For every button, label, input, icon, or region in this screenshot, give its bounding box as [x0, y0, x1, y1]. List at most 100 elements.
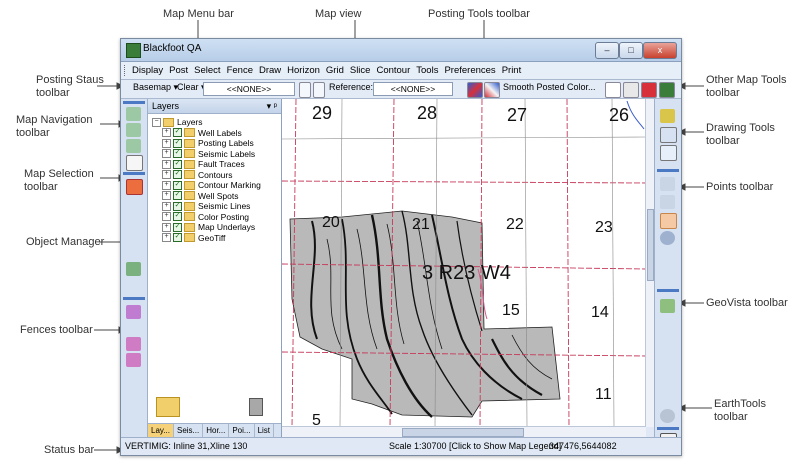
expand-icon[interactable]: +: [162, 222, 171, 232]
layer-item[interactable]: + ✓ Seismic Labels: [152, 149, 281, 160]
print-map-icon[interactable]: [659, 82, 675, 98]
posting-combo[interactable]: <<NONE>>: [203, 82, 295, 96]
trash-icon[interactable]: [249, 398, 263, 416]
point-box-icon[interactable]: [660, 213, 677, 229]
expand-icon[interactable]: +: [162, 180, 171, 190]
pan-icon[interactable]: [126, 139, 141, 153]
layer-item[interactable]: + ✓ Well Spots: [152, 191, 281, 202]
layer-root[interactable]: − Layers: [152, 117, 281, 128]
layer-item[interactable]: + ✓ Fault Traces: [152, 159, 281, 170]
layer-checkbox[interactable]: ✓: [173, 138, 182, 148]
layer-checkbox[interactable]: ✓: [173, 149, 182, 159]
zoom-in-icon[interactable]: [126, 107, 141, 121]
expand-icon[interactable]: +: [162, 233, 171, 243]
layer-checkbox[interactable]: ✓: [173, 201, 182, 211]
menu-fence[interactable]: Fence: [226, 64, 254, 77]
menu-slice[interactable]: Slice: [349, 64, 372, 77]
layer-item[interactable]: + ✓ Contour Marking: [152, 180, 281, 191]
map-canvas[interactable]: 29 28 27 26 20 21 22 23 15 14 11 5 3 R23…: [282, 99, 646, 427]
zoom-out-icon[interactable]: [126, 123, 141, 137]
scroll-thumb[interactable]: [647, 209, 654, 281]
select-well-icon[interactable]: [126, 262, 141, 276]
point-fill-icon[interactable]: [660, 231, 675, 245]
geovista-edit-icon[interactable]: [660, 355, 675, 369]
expand-icon[interactable]: +: [162, 170, 171, 180]
select-all-icon[interactable]: [126, 212, 141, 226]
layer-checkbox[interactable]: ✓: [173, 128, 182, 138]
layer-item[interactable]: + ✓ Seismic Lines: [152, 201, 281, 212]
select-region-icon[interactable]: [126, 279, 141, 293]
geovista-well-icon[interactable]: [660, 373, 675, 387]
fence-draw-icon[interactable]: [126, 305, 141, 319]
layer-checkbox[interactable]: ✓: [173, 212, 182, 222]
select-any-icon[interactable]: [126, 196, 141, 210]
map-view[interactable]: 29 28 27 26 20 21 22 23 15 14 11 5 3 R23…: [282, 99, 646, 427]
menu-display[interactable]: Display: [131, 64, 164, 77]
status-scale[interactable]: Scale 1:30700 [Click to Show Map Legend]: [389, 438, 561, 455]
expand-icon[interactable]: +: [162, 159, 171, 169]
fence-line-icon[interactable]: [126, 337, 141, 351]
layer-checkbox[interactable]: ✓: [173, 191, 182, 201]
menu-tools[interactable]: Tools: [415, 64, 439, 77]
tab-seismic[interactable]: Seis...: [174, 424, 204, 437]
geovista-pick-icon[interactable]: [660, 319, 675, 333]
expand-icon[interactable]: +: [162, 212, 171, 222]
tab-points[interactable]: Poi...: [229, 424, 255, 437]
posting-filter-icon[interactable]: [299, 82, 311, 98]
scroll-thumb[interactable]: [402, 428, 524, 437]
geovista-trace-icon[interactable]: [660, 337, 675, 351]
pin-icon[interactable]: ▾ ᵖ: [267, 99, 277, 113]
posting-colormap-icon[interactable]: [484, 82, 500, 98]
collapse-icon[interactable]: −: [152, 117, 161, 127]
fence-extend-icon[interactable]: [126, 387, 141, 401]
reference-combo[interactable]: <<NONE>>: [373, 82, 453, 96]
layer-checkbox[interactable]: ✓: [173, 159, 182, 169]
add-layer-icon[interactable]: [156, 397, 180, 417]
posting-sort-icon[interactable]: [313, 82, 325, 98]
expand-icon[interactable]: +: [162, 149, 171, 159]
toolbar-grip[interactable]: [124, 65, 128, 76]
menu-horizon[interactable]: Horizon: [286, 64, 321, 77]
geovista-grid-icon[interactable]: [660, 299, 675, 313]
menu-contour[interactable]: Contour: [375, 64, 411, 77]
maximize-button[interactable]: □: [619, 42, 643, 59]
basemap-dropdown[interactable]: Basemap ▾: [133, 82, 178, 93]
menu-post[interactable]: Post: [168, 64, 189, 77]
layer-item[interactable]: + ✓ Color Posting: [152, 212, 281, 223]
fence-edit-icon[interactable]: [126, 371, 141, 385]
menu-select[interactable]: Select: [193, 64, 221, 77]
zoom-box-icon[interactable]: [126, 155, 143, 171]
draw-curve-icon[interactable]: [660, 127, 677, 143]
menu-grid[interactable]: Grid: [325, 64, 345, 77]
close-button[interactable]: x: [643, 42, 677, 59]
tab-layers[interactable]: Lay...: [148, 424, 174, 437]
smooth-posted-color-button[interactable]: Smooth Posted Color...: [503, 82, 596, 92]
pencil-icon[interactable]: [660, 109, 675, 123]
minimize-button[interactable]: –: [595, 42, 619, 59]
expand-icon[interactable]: +: [162, 201, 171, 211]
select-polygon-icon[interactable]: [126, 228, 141, 242]
fence-free-icon[interactable]: [126, 321, 141, 335]
new-map-icon[interactable]: [605, 82, 621, 98]
tab-horizons[interactable]: Hor...: [203, 424, 230, 437]
horizontal-scrollbar[interactable]: [282, 426, 646, 437]
fence-path-icon[interactable]: [126, 353, 141, 367]
select-arrow-icon[interactable]: [126, 179, 143, 195]
draw-text-icon[interactable]: [660, 145, 677, 161]
point-add-icon[interactable]: [660, 177, 675, 191]
layer-item[interactable]: + ✓ Contours: [152, 170, 281, 181]
layer-item[interactable]: + ✓ Posting Labels: [152, 138, 281, 149]
point-move-icon[interactable]: [660, 195, 675, 209]
map-erase-icon[interactable]: [641, 82, 657, 98]
expand-icon[interactable]: +: [162, 191, 171, 201]
point-undo-icon[interactable]: [660, 249, 675, 263]
menu-preferences[interactable]: Preferences: [443, 64, 496, 77]
geovista-globe-icon[interactable]: [660, 409, 675, 423]
color-posting-icon[interactable]: [467, 82, 483, 98]
layer-checkbox[interactable]: ✓: [173, 233, 182, 243]
fence-copy-icon[interactable]: [126, 419, 141, 433]
layer-item[interactable]: + ✓ GeoTiff: [152, 233, 281, 244]
layer-checkbox[interactable]: ✓: [173, 170, 182, 180]
fence-delete-icon[interactable]: [126, 403, 141, 417]
tab-list[interactable]: List: [255, 424, 275, 437]
